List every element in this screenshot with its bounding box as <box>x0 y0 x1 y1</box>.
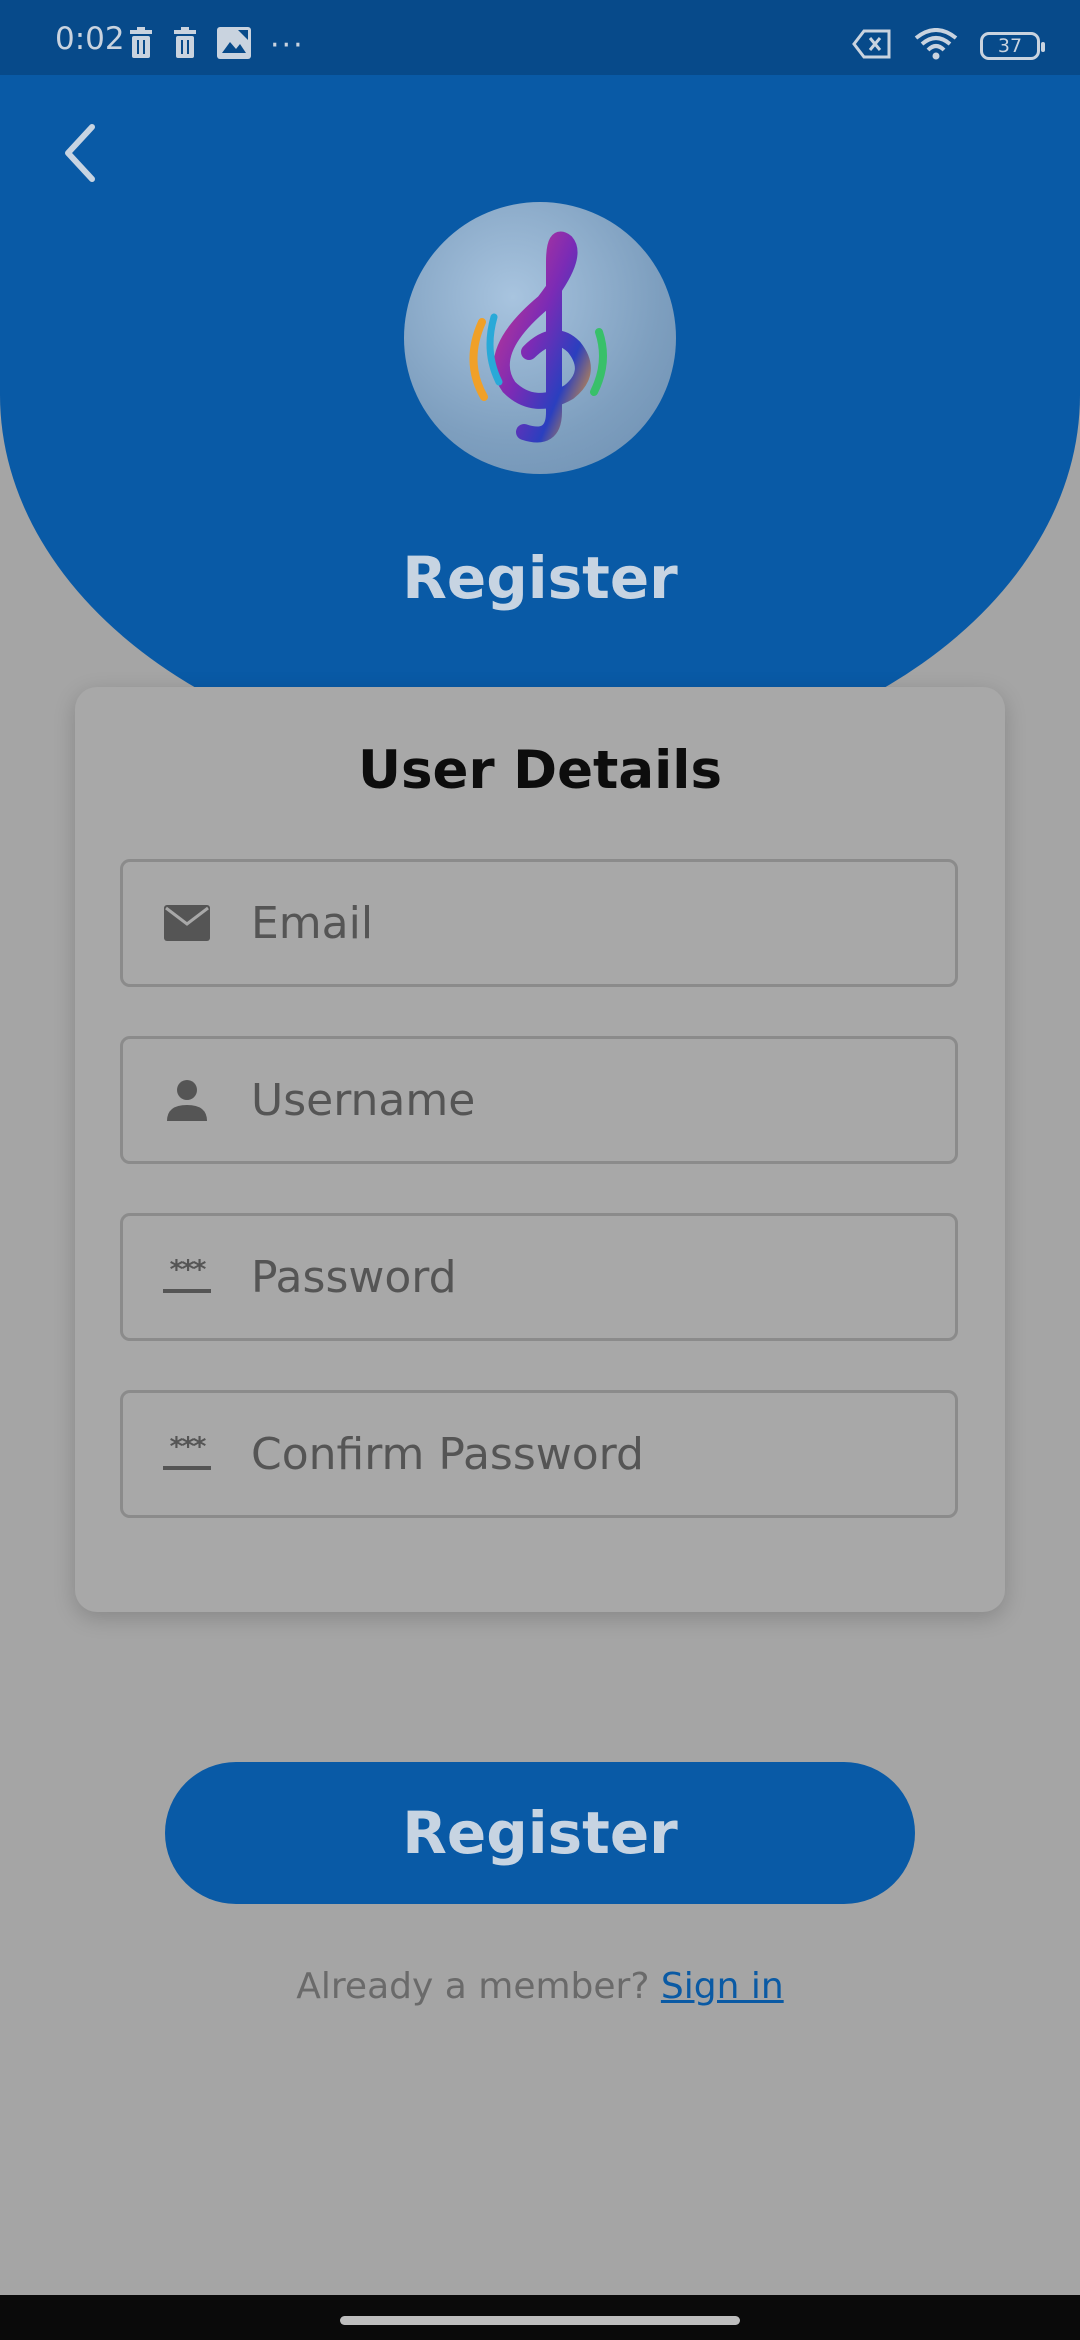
page-title: Register <box>402 544 678 612</box>
status-time: 0:02 <box>55 21 125 57</box>
password-glyph: *** <box>163 1257 211 1293</box>
back-button[interactable] <box>50 118 110 188</box>
app-logo <box>404 202 676 474</box>
battery-icon: 37 <box>980 32 1045 60</box>
system-icons: 37 <box>852 28 1045 64</box>
image-icon <box>216 26 252 64</box>
member-text: Already a member? <box>296 1966 661 2007</box>
password-glyph: *** <box>163 1434 211 1470</box>
confirm-password-input[interactable] <box>251 1428 955 1480</box>
card-title: User Details <box>357 740 723 801</box>
password-icon: *** <box>161 1257 213 1293</box>
email-input[interactable] <box>251 897 955 949</box>
chevron-left-icon <box>65 124 95 182</box>
treble-clef-icon <box>469 231 607 443</box>
wifi-icon <box>914 28 958 64</box>
username-input[interactable] <box>251 1074 955 1126</box>
password-field[interactable]: *** <box>120 1213 958 1341</box>
home-indicator[interactable] <box>340 2316 740 2325</box>
confirm-password-field[interactable]: *** <box>120 1390 958 1518</box>
mail-icon <box>161 904 213 942</box>
email-field[interactable] <box>120 859 958 987</box>
no-sim-icon <box>852 29 892 63</box>
trash-icon <box>128 27 154 63</box>
status-bar: 0:02 ··· 37 <box>0 0 1080 75</box>
person-icon <box>161 1079 213 1121</box>
password-input[interactable] <box>251 1251 955 1303</box>
signin-prompt: Already a member? Sign in <box>0 1966 1080 2007</box>
more-icon: ··· <box>270 27 305 63</box>
signin-link[interactable]: Sign in <box>661 1966 784 2007</box>
register-button[interactable]: Register <box>165 1762 915 1904</box>
username-field[interactable] <box>120 1036 958 1164</box>
password-icon: *** <box>161 1434 213 1470</box>
user-details-card: User Details *** *** <box>75 687 1005 1612</box>
notification-icons: ··· <box>128 26 305 64</box>
trash-icon <box>172 27 198 63</box>
